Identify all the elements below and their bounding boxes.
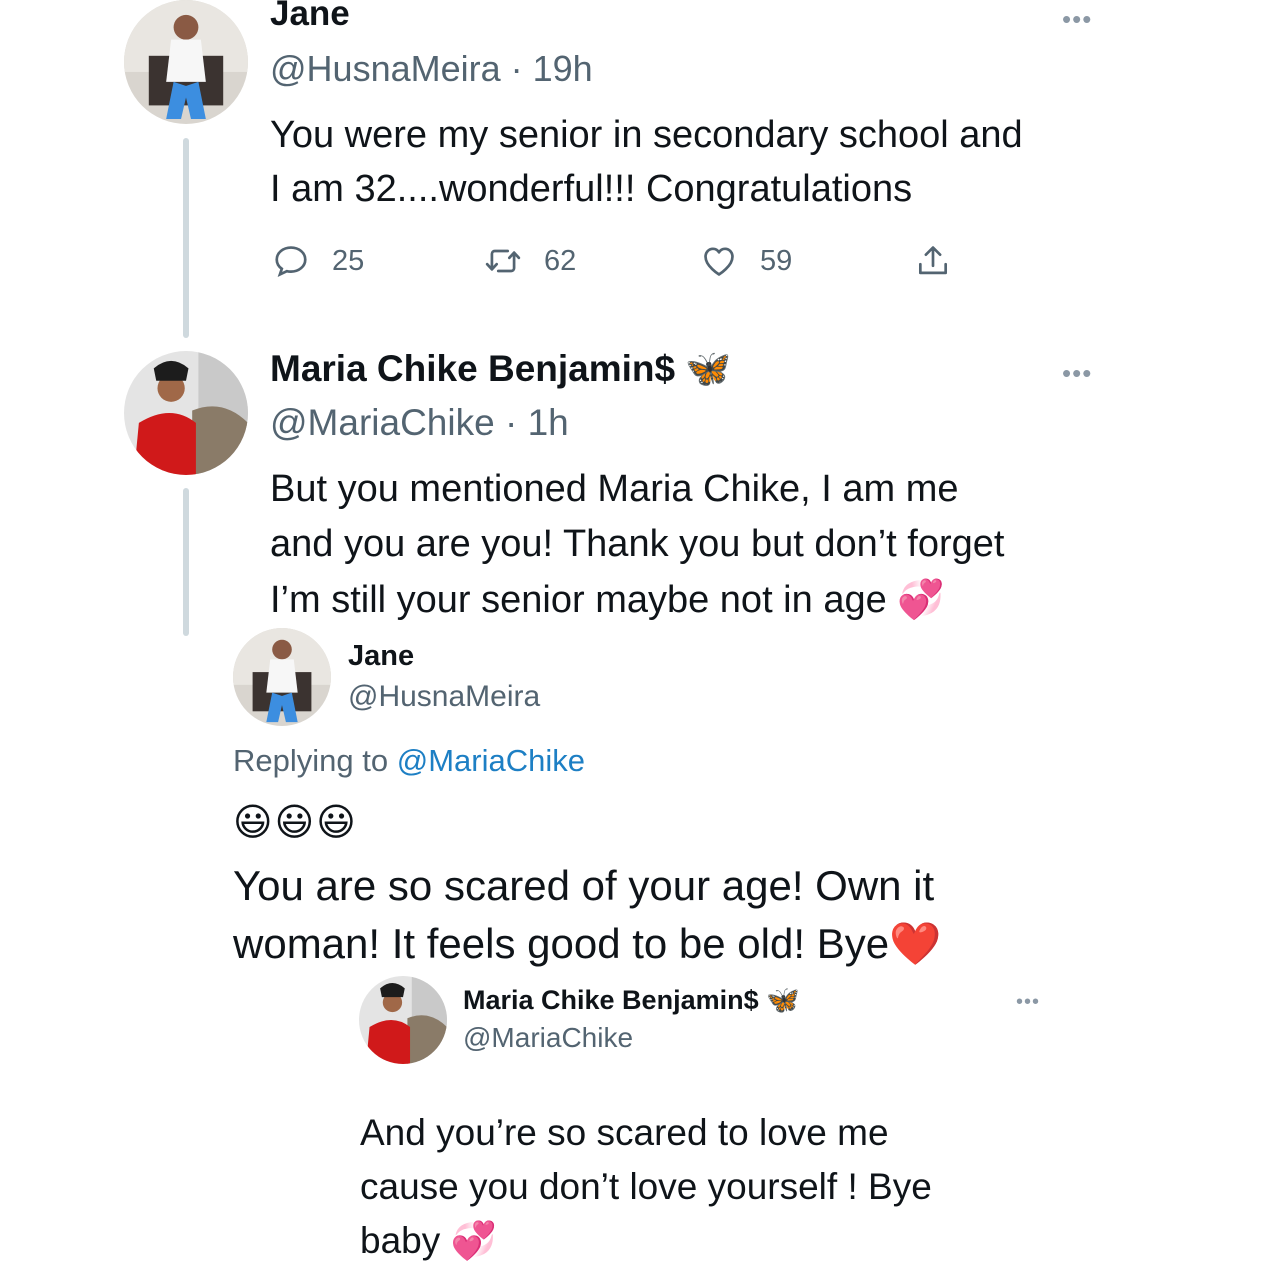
tweet-text-line-2: and you are you! Thank you but don’t for… bbox=[270, 523, 1005, 565]
tweet-text-line-3-text: baby bbox=[360, 1220, 441, 1261]
avatar-jane[interactable] bbox=[233, 628, 331, 726]
avatar-jane-image bbox=[233, 628, 331, 726]
more-options-icon[interactable]: ••• bbox=[1062, 360, 1092, 386]
thread-connector-line bbox=[183, 138, 189, 338]
reply-count: 25 bbox=[332, 244, 365, 277]
share-button[interactable] bbox=[914, 242, 974, 280]
tweet-text-line-2: I am 32....wonderful!!! Congratulations bbox=[270, 168, 913, 210]
replying-to-handle-link[interactable]: @MariaChike bbox=[397, 743, 585, 778]
tweet-text-line-3: baby 💞 bbox=[360, 1220, 497, 1263]
two-hearts-emoji-icon: 💞 bbox=[897, 579, 945, 621]
red-heart-emoji-icon: ❤️ bbox=[889, 920, 942, 967]
share-icon bbox=[918, 246, 948, 275]
like-button[interactable]: 59 bbox=[700, 242, 792, 280]
more-options-icon[interactable]: ••• bbox=[1062, 6, 1092, 32]
author-name[interactable]: Maria Chike Benjamin$ 🦋 bbox=[270, 348, 731, 391]
author-handle[interactable]: @MariaChike bbox=[270, 402, 495, 443]
retweet-button[interactable]: 62 bbox=[484, 242, 576, 280]
avatar-maria-image bbox=[124, 351, 248, 475]
author-handle[interactable]: @HusnaMeira bbox=[348, 680, 540, 714]
reply-icon bbox=[275, 246, 307, 278]
tweet-text-line-3-text: I’m still your senior maybe not in age bbox=[270, 579, 887, 621]
retweet-icon bbox=[485, 249, 521, 273]
author-handle-and-time: @HusnaMeira · 19h bbox=[270, 48, 593, 90]
tweet-time[interactable]: · 1h bbox=[505, 402, 569, 443]
tweet-text-line-1: You were my senior in secondary school a… bbox=[270, 114, 1023, 156]
avatar-jane[interactable] bbox=[124, 0, 248, 124]
reply-button[interactable]: 25 bbox=[272, 242, 364, 280]
like-count: 59 bbox=[760, 244, 793, 277]
retweet-count: 62 bbox=[544, 244, 577, 277]
tweet-text-line-3: I’m still your senior maybe not in age 💞 bbox=[270, 578, 945, 622]
author-handle[interactable]: @MariaChike bbox=[463, 1022, 633, 1054]
author-name-text: Maria Chike Benjamin$ bbox=[270, 348, 676, 389]
tweet-text-line-2: cause you don’t love yourself ! Bye bbox=[360, 1166, 932, 1207]
avatar-maria[interactable] bbox=[359, 976, 447, 1064]
author-handle-and-time: @MariaChike · 1h bbox=[270, 402, 569, 444]
avatar-jane-image bbox=[124, 0, 248, 124]
tweet-text-line-1: But you mentioned Maria Chike, I am me bbox=[270, 468, 959, 510]
tweet-text-line-2-text: woman! It feels good to be old! Bye bbox=[233, 920, 890, 967]
two-hearts-emoji-icon: 💞 bbox=[450, 1220, 497, 1261]
more-options-icon[interactable]: ••• bbox=[1016, 992, 1040, 1012]
butterfly-icon: 🦋 bbox=[766, 985, 800, 1015]
tweet-time[interactable]: · 19h bbox=[511, 48, 593, 89]
tweet-text-line-1: And you’re so scared to love me bbox=[360, 1112, 889, 1153]
tweet-text-line-1: You are so scared of your age! Own it bbox=[233, 862, 935, 909]
author-handle[interactable]: @HusnaMeira bbox=[270, 48, 501, 89]
tweet-text-line-2: woman! It feels good to be old! Bye❤️ bbox=[233, 920, 941, 969]
replying-to-line: Replying to @MariaChike bbox=[233, 743, 585, 779]
author-name[interactable]: Maria Chike Benjamin$ 🦋 bbox=[463, 984, 800, 1016]
author-name[interactable]: Jane bbox=[348, 640, 414, 673]
avatar-maria-image bbox=[359, 976, 447, 1064]
smiley-emoji-row: 😃😃😃 bbox=[233, 802, 358, 844]
heart-icon bbox=[704, 247, 734, 276]
thread-connector-line bbox=[183, 488, 189, 636]
butterfly-icon: 🦋 bbox=[685, 348, 732, 389]
replying-to-label: Replying to bbox=[233, 743, 389, 778]
author-name-text: Maria Chike Benjamin$ bbox=[463, 985, 759, 1015]
avatar-maria[interactable] bbox=[124, 351, 248, 475]
author-name[interactable]: Jane bbox=[270, 0, 350, 34]
